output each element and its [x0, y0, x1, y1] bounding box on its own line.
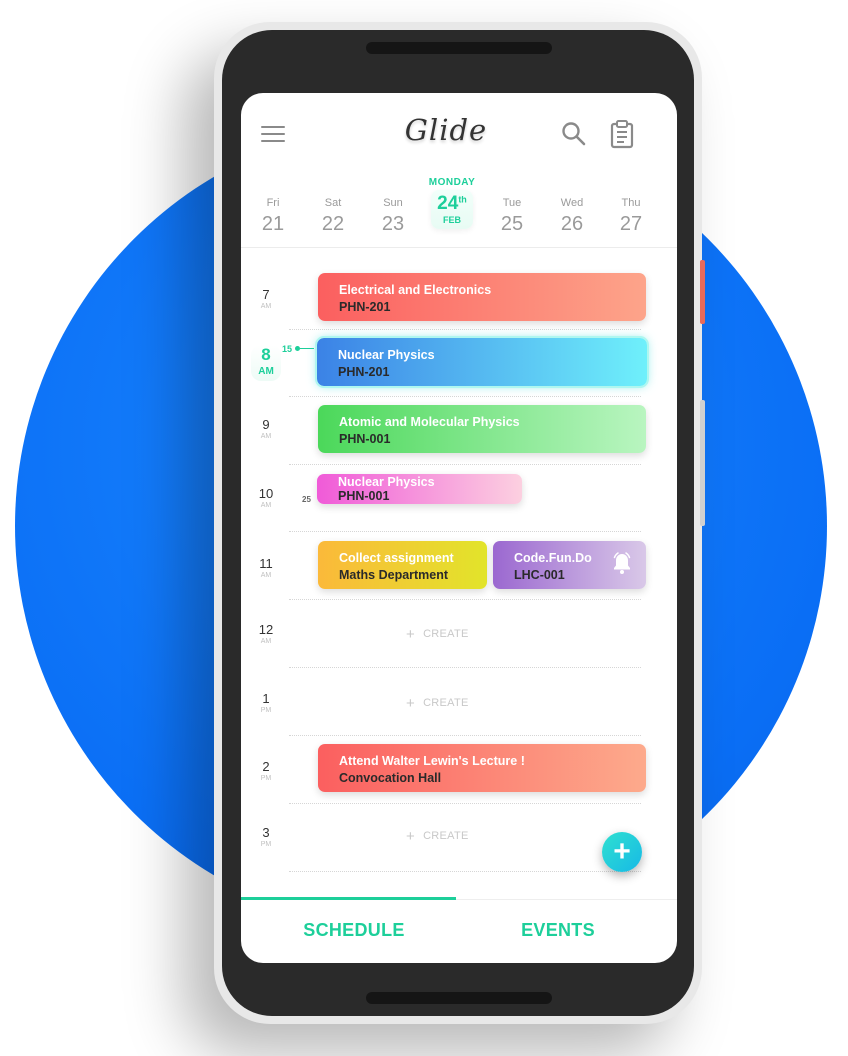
day-number: 22 [321, 213, 345, 235]
hour-divider [289, 599, 641, 600]
day-number: 24 [437, 193, 459, 214]
event-title: Nuclear Physics [338, 475, 435, 489]
hour-divider [289, 735, 641, 736]
event-card-collect-assignment[interactable]: Collect assignment Maths Department [318, 541, 487, 589]
date-strip: Fri 21 Sat 22 Sun 23 MONDAY 24th FEB Tue… [241, 175, 677, 248]
create-label: CREATE [423, 628, 469, 640]
event-subtitle: Maths Department [339, 568, 449, 582]
hour-10: 10 AM [258, 486, 274, 509]
create-slot-12am[interactable]: + CREATE [406, 626, 469, 643]
plus-icon: + [406, 626, 416, 643]
date-wed[interactable]: Wed 26 [542, 175, 602, 236]
day-name: MONDAY [428, 177, 476, 188]
add-event-button[interactable]: + [602, 832, 642, 872]
hour-8-current: 8 AM [251, 345, 281, 381]
selected-date-bubble: 24th FEB [431, 190, 473, 229]
hour-3: 3 PM [260, 825, 272, 848]
power-button [700, 400, 705, 526]
event-card-walter-lewin-lecture[interactable]: Attend Walter Lewin's Lecture ! Convocat… [318, 744, 646, 792]
hour-1: 1 PM [260, 691, 272, 714]
hour-7: 7 AM [260, 287, 272, 310]
bottom-tab-bar: SCHEDULE EVENTS [241, 897, 677, 963]
tab-events[interactable]: EVENTS [449, 920, 667, 941]
hour-divider [289, 803, 641, 804]
date-thu[interactable]: Thu 27 [601, 175, 661, 236]
month-label: FEB [442, 215, 461, 225]
search-icon[interactable] [561, 121, 587, 147]
event-subtitle: PHN-201 [339, 300, 391, 314]
event-subtitle: Convocation Hall [339, 771, 442, 785]
hour-divider [289, 329, 641, 330]
event-card-code-fun-do[interactable]: Code.Fun.Do LHC-001 [493, 541, 646, 589]
create-label: CREATE [423, 830, 469, 842]
day-name: Wed [560, 197, 584, 209]
day-name: Sat [324, 197, 342, 209]
hour-divider [289, 396, 641, 397]
event-title: Collect assignment [339, 551, 454, 565]
event-subtitle: LHC-001 [514, 568, 565, 582]
hamburger-menu-icon[interactable] [261, 126, 285, 142]
current-time-marker: 15 [282, 344, 315, 354]
day-number: 21 [261, 213, 285, 235]
hour-divider [289, 531, 641, 532]
date-sat[interactable]: Sat 22 [303, 175, 363, 236]
event-start-marker: 25 [302, 495, 311, 504]
plus-icon: + [613, 835, 631, 868]
date-sun[interactable]: Sun 23 [363, 175, 423, 236]
hour-divider [289, 871, 641, 872]
day-suffix: th [458, 194, 467, 205]
event-subtitle: PHN-001 [339, 432, 391, 446]
event-title: Electrical and Electronics [339, 283, 492, 297]
create-label: CREATE [423, 697, 469, 709]
clipboard-icon[interactable] [610, 119, 634, 149]
event-card-nuclear-physics-current[interactable]: Nuclear Physics PHN-201 [315, 336, 649, 388]
hour-9: 9 AM [260, 417, 272, 440]
bottom-speaker [366, 992, 552, 1004]
app-screen: Glide Fri 21 Sat 22 Sun 23 MONDAY 24th F… [241, 93, 677, 963]
day-name: Fri [266, 197, 280, 209]
day-number: 25 [500, 213, 524, 235]
hour-divider [289, 667, 641, 668]
event-card-nuclear-physics-short[interactable]: Nuclear Physics PHN-001 [317, 474, 522, 504]
create-slot-3pm[interactable]: + CREATE [406, 828, 469, 845]
event-card-electrical[interactable]: Electrical and Electronics PHN-201 [318, 273, 646, 321]
day-number: 23 [381, 213, 405, 235]
top-speaker [366, 42, 552, 54]
plus-icon: + [406, 695, 416, 712]
hour-12: 12 AM [258, 622, 274, 645]
event-subtitle: PHN-201 [338, 365, 390, 379]
event-title: Attend Walter Lewin's Lecture ! [339, 754, 525, 768]
event-subtitle: PHN-001 [338, 489, 390, 503]
event-title: Atomic and Molecular Physics [339, 415, 520, 429]
day-number: 27 [619, 213, 643, 235]
date-tue[interactable]: Tue 25 [482, 175, 542, 236]
date-fri[interactable]: Fri 21 [243, 175, 303, 236]
app-bar: Glide [241, 93, 677, 173]
volume-button [700, 260, 705, 324]
tab-schedule[interactable]: SCHEDULE [245, 920, 463, 941]
event-title: Nuclear Physics [338, 348, 435, 362]
active-tab-indicator [241, 897, 456, 900]
hour-11: 11 AM [259, 556, 273, 579]
day-name: Sun [383, 197, 403, 209]
app-logo: Glide [404, 113, 488, 147]
event-card-atomic-physics[interactable]: Atomic and Molecular Physics PHN-001 [318, 405, 646, 453]
plus-icon: + [406, 828, 416, 845]
day-name: Tue [502, 197, 522, 209]
day-number: 26 [560, 213, 584, 235]
bell-icon[interactable] [611, 551, 633, 575]
day-name: Thu [621, 197, 641, 209]
create-slot-1pm[interactable]: + CREATE [406, 695, 469, 712]
date-mon-selected[interactable]: MONDAY 24th FEB [422, 175, 482, 229]
hour-2: 2 PM [260, 759, 272, 782]
hour-divider [289, 464, 641, 465]
event-title: Code.Fun.Do [514, 551, 592, 565]
